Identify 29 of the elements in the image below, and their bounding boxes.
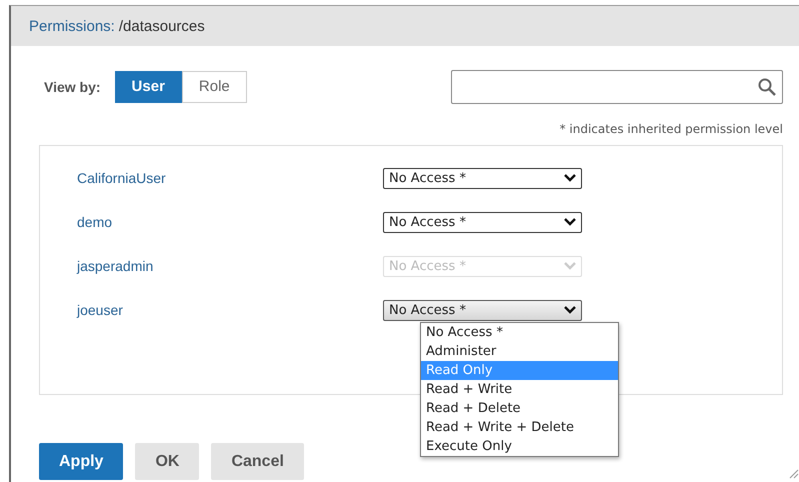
dialog-button[interactable]: Cancel (211, 443, 304, 480)
dialog-title: Permissions: (29, 18, 115, 34)
permission-select[interactable]: No Access * (383, 212, 582, 232)
resize-grip-icon[interactable] (789, 469, 799, 479)
view-by-label: View by: (44, 78, 101, 94)
dropdown-option[interactable]: Read + Write (421, 380, 618, 399)
dropdown-option[interactable]: Administer (421, 342, 618, 361)
search-icon (758, 78, 776, 96)
chevron-down-icon (564, 218, 576, 226)
user-name: joeuser (76, 302, 124, 318)
permission-select[interactable]: No Access * (383, 300, 582, 320)
chevron-down-icon (564, 262, 576, 270)
view-toggle[interactable]: Role (182, 70, 247, 102)
user-name: CaliforniaUser (76, 170, 167, 186)
dialog-button[interactable]: OK (135, 443, 200, 480)
user-name: demo (76, 214, 114, 230)
hint-text: * indicates inherited permission level (558, 122, 784, 138)
search-field[interactable] (451, 70, 783, 104)
dropdown-option[interactable]: Read + Write + Delete (421, 418, 618, 437)
chevron-down-icon (564, 174, 576, 182)
folder-path: /datasources (118, 18, 205, 34)
dropdown-option[interactable]: No Access * (421, 323, 618, 342)
user-name: jasperadmin (76, 258, 154, 274)
dialog-button[interactable]: Apply (39, 443, 124, 480)
dropdown-option[interactable]: Execute Only (421, 437, 618, 456)
view-toggle[interactable]: User (114, 70, 182, 102)
permission-select[interactable]: No Access * (383, 168, 582, 188)
chevron-down-icon (564, 306, 576, 314)
dropdown-option[interactable]: Read + Delete (421, 399, 618, 418)
